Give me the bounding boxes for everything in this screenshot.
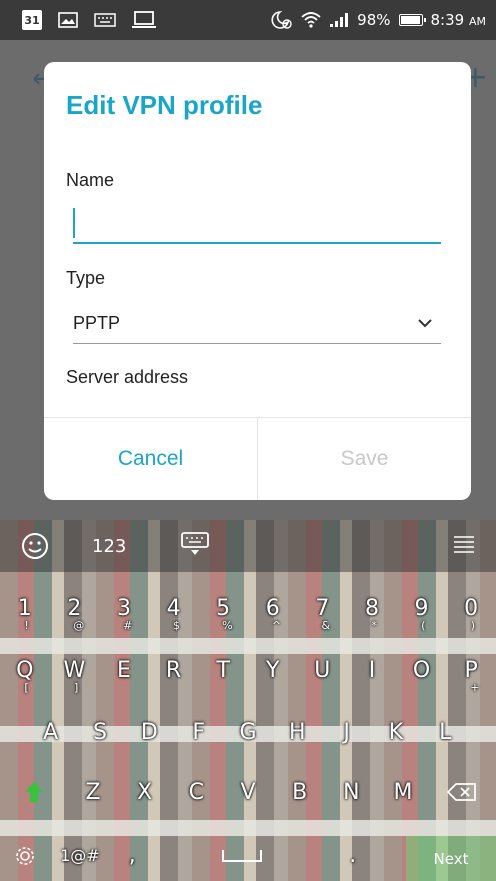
key-3[interactable]: 3 # bbox=[99, 582, 149, 634]
key-0[interactable]: 0) bbox=[446, 582, 496, 634]
next-key[interactable]: Next bbox=[406, 836, 496, 881]
dialog-button-bar: Cancel Save bbox=[44, 417, 471, 500]
save-button[interactable]: Save bbox=[258, 418, 471, 500]
key-secondary-label: # bbox=[123, 619, 133, 632]
key-h[interactable]: H bbox=[273, 706, 322, 758]
key-g[interactable]: G bbox=[223, 706, 272, 758]
number-row: 1! 2 @3 #4 $5% 6 ^ 7 & 8 * 9(0) bbox=[0, 582, 496, 634]
comma-key[interactable]: , bbox=[110, 830, 154, 881]
key-7[interactable]: 7 & bbox=[298, 582, 348, 634]
key-secondary-label: $ bbox=[172, 619, 180, 632]
key-8[interactable]: 8 * bbox=[347, 582, 397, 634]
key-e[interactable]: E bbox=[99, 644, 149, 696]
key-d[interactable]: D bbox=[125, 706, 174, 758]
key-l[interactable]: L bbox=[421, 706, 470, 758]
key-6[interactable]: 6 ^ bbox=[248, 582, 298, 634]
laptop-icon bbox=[132, 11, 156, 29]
server-address-label: Server address bbox=[66, 367, 189, 387]
key-secondary-label: * bbox=[371, 619, 377, 632]
key-m[interactable]: M bbox=[377, 766, 429, 818]
key-b[interactable]: B bbox=[274, 766, 326, 818]
type-selected-value: PPTP bbox=[73, 313, 121, 333]
letter-row-2: ASDFGHJKL bbox=[0, 706, 496, 758]
wifi-icon bbox=[301, 11, 321, 29]
key-s[interactable]: S bbox=[75, 706, 124, 758]
type-dropdown[interactable]: PPTP bbox=[73, 304, 441, 344]
settings-key[interactable] bbox=[0, 830, 50, 881]
key-c[interactable]: C bbox=[171, 766, 223, 818]
symbols-key[interactable]: 1@# bbox=[50, 830, 111, 881]
key-t[interactable]: T bbox=[198, 644, 248, 696]
key-a[interactable]: A bbox=[26, 706, 75, 758]
key-w[interactable]: W] bbox=[50, 644, 100, 696]
space-key[interactable] bbox=[154, 830, 330, 881]
key-i[interactable]: I bbox=[347, 644, 397, 696]
key-f[interactable]: F bbox=[174, 706, 223, 758]
backspace-key[interactable] bbox=[429, 766, 496, 818]
key-secondary-label: ] bbox=[73, 681, 79, 694]
key-u[interactable]: U bbox=[298, 644, 348, 696]
key-v[interactable]: V bbox=[222, 766, 274, 818]
shift-key[interactable] bbox=[0, 766, 67, 818]
key-9[interactable]: 9( bbox=[397, 582, 447, 634]
battery-icon bbox=[398, 14, 426, 26]
cancel-button[interactable]: Cancel bbox=[44, 418, 258, 500]
emoji-icon[interactable] bbox=[20, 531, 50, 561]
signal-icon bbox=[329, 12, 349, 28]
key-y[interactable]: Y bbox=[248, 644, 298, 696]
edit-vpn-dialog: Edit VPN profile Name Type PPTP Server a… bbox=[44, 62, 471, 500]
key-k[interactable]: K bbox=[371, 706, 420, 758]
soft-keyboard: 123 1! 2 @3 #4 $5% 6 ^ 7 & 8 * 9(0) Q[W] E R T Y U I O P + A… bbox=[0, 520, 496, 881]
key-secondary-label: % bbox=[222, 619, 233, 632]
key-4[interactable]: 4 $ bbox=[149, 582, 199, 634]
letter-row-1: Q[W] E R T Y U I O P + bbox=[0, 644, 496, 696]
key-5[interactable]: 5% bbox=[198, 582, 248, 634]
dialog-title: Edit VPN profile bbox=[66, 90, 263, 120]
key-j[interactable]: J bbox=[322, 706, 371, 758]
do-not-disturb-alarm-icon bbox=[271, 10, 293, 30]
key-2[interactable]: 2 @ bbox=[50, 582, 100, 634]
key-z[interactable]: Z bbox=[67, 766, 119, 818]
name-label: Name bbox=[66, 170, 115, 190]
key-secondary-label: [ bbox=[24, 681, 29, 694]
key-secondary-label: + bbox=[470, 681, 480, 694]
key-x[interactable]: X bbox=[119, 766, 171, 818]
keyboard-status-icon bbox=[94, 13, 116, 27]
name-input[interactable] bbox=[73, 202, 441, 244]
numeric-toggle[interactable]: 123 bbox=[92, 536, 126, 557]
key-secondary-label: ^ bbox=[271, 619, 282, 632]
text-caret bbox=[73, 208, 75, 238]
key-secondary-label: ) bbox=[470, 619, 476, 632]
key-p[interactable]: P + bbox=[446, 644, 496, 696]
menu-icon[interactable] bbox=[452, 534, 476, 558]
calendar-icon: 31 bbox=[22, 10, 42, 30]
type-label: Type bbox=[66, 268, 106, 288]
chevron-down-icon bbox=[415, 314, 435, 334]
key-q[interactable]: Q[ bbox=[0, 644, 50, 696]
key-secondary-label: & bbox=[321, 619, 331, 632]
period-key[interactable]: . bbox=[331, 830, 375, 881]
hide-keyboard-icon[interactable] bbox=[180, 531, 210, 561]
letter-row-3: ZXCVBNM bbox=[0, 766, 496, 818]
clock-time: 8:39 AM bbox=[430, 11, 486, 29]
status-bar: 31 98% 8:39 AM bbox=[0, 0, 496, 40]
letter-row-3-keys: ZXCVBNM bbox=[67, 766, 429, 818]
battery-percent: 98% bbox=[357, 11, 391, 29]
key-secondary-label: ( bbox=[421, 619, 426, 632]
key-secondary-label: ! bbox=[24, 619, 29, 632]
key-1[interactable]: 1! bbox=[0, 582, 50, 634]
keyboard-toolbar: 123 bbox=[0, 520, 496, 572]
image-icon bbox=[58, 12, 78, 28]
key-r[interactable]: R bbox=[149, 644, 199, 696]
key-n[interactable]: N bbox=[326, 766, 378, 818]
key-secondary-label: @ bbox=[73, 619, 85, 632]
space-icon bbox=[222, 849, 263, 862]
key-o[interactable]: O bbox=[397, 644, 447, 696]
